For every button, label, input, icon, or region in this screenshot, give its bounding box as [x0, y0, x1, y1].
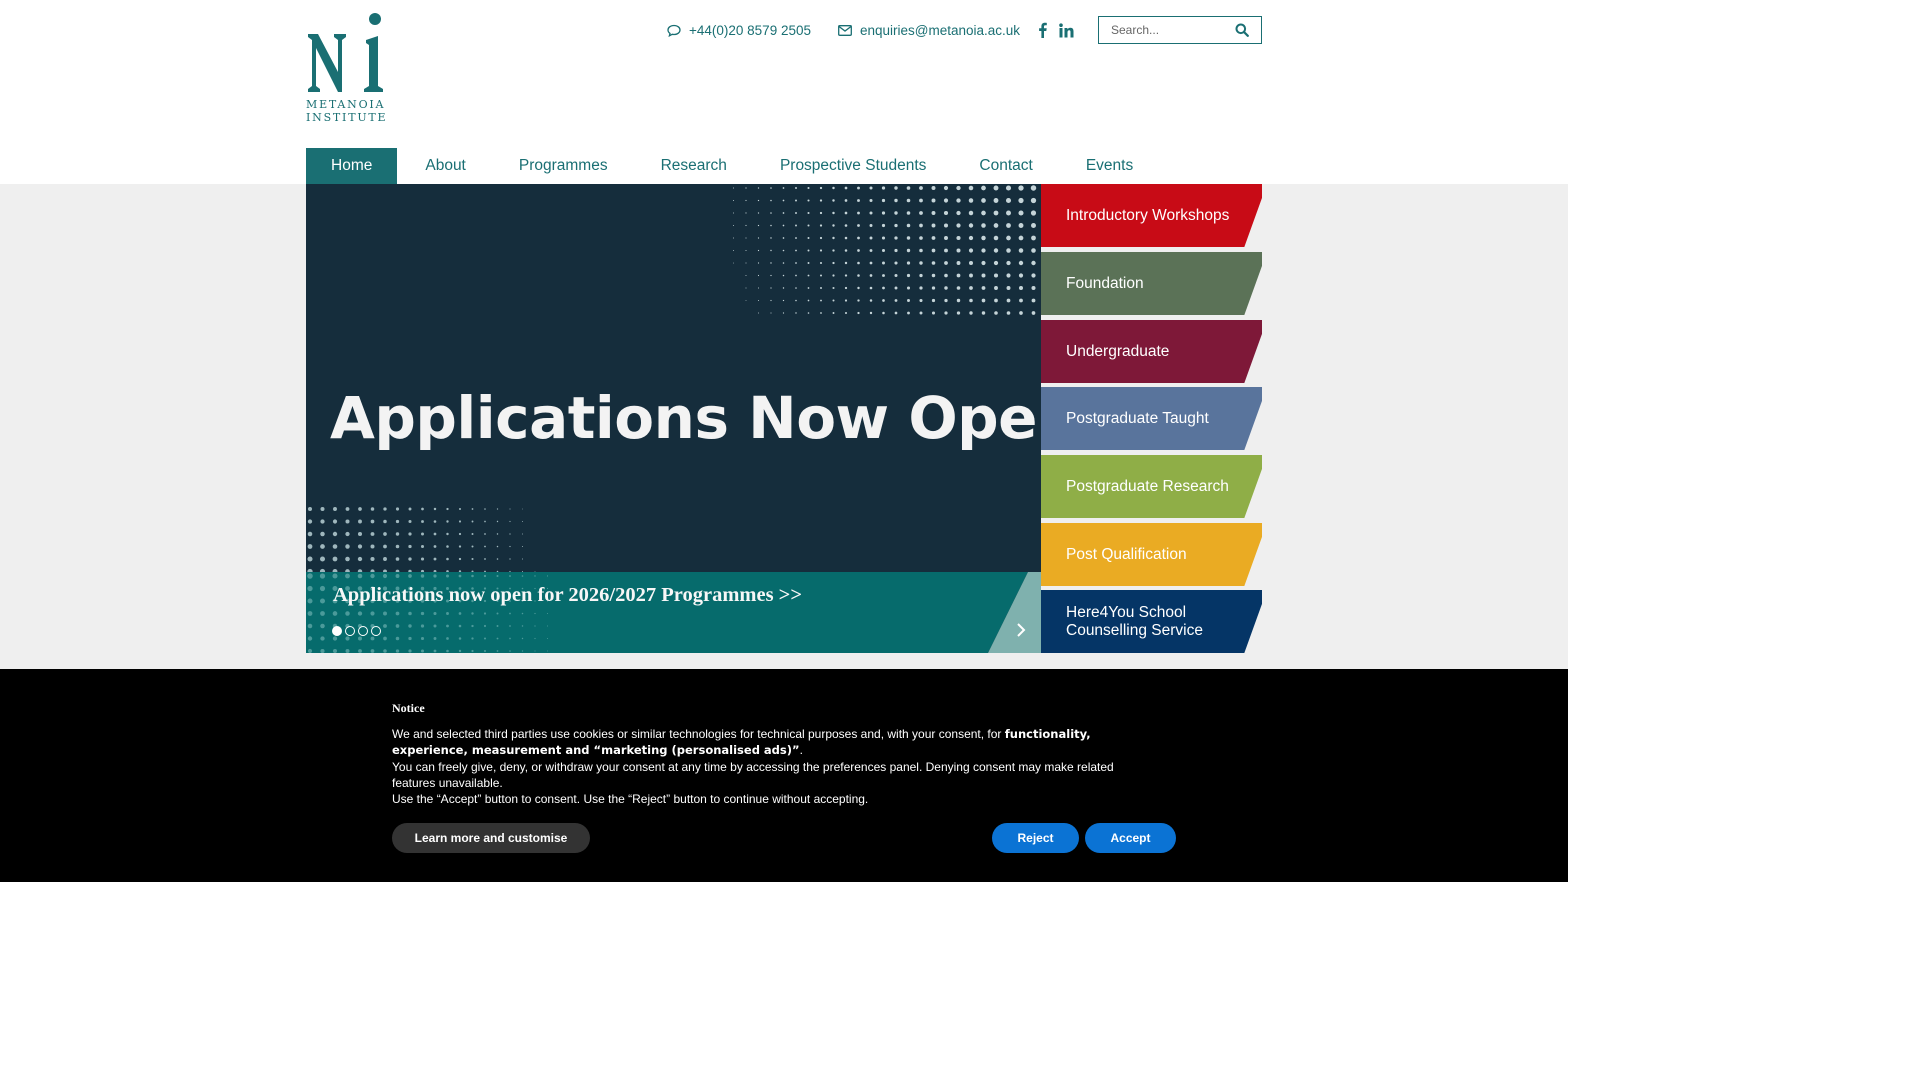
next-slide-arrow-icon[interactable]	[1016, 622, 1026, 638]
logo-wordmark: METANOIA INSTITUTE	[306, 98, 396, 124]
category-postgraduate-research[interactable]: Postgraduate Research	[1041, 455, 1262, 518]
reject-button[interactable]: Reject	[992, 823, 1079, 853]
phone-number: +44(0)20 8579 2505	[689, 22, 811, 38]
logo-mark-icon	[308, 13, 383, 92]
search-icon[interactable]	[1235, 23, 1249, 37]
notice-text: We and selected third parties use cookie…	[392, 726, 1152, 807]
nav-about[interactable]: About	[397, 148, 492, 184]
hero-caption-link[interactable]: Applications now open for 2026/2027 Prog…	[333, 584, 802, 607]
category-introductory-workshops[interactable]: Introductory Workshops	[1041, 184, 1262, 247]
slide-dot-4[interactable]	[371, 626, 381, 636]
main-nav: Home About Programmes Research Prospecti…	[306, 148, 1159, 184]
notice-paragraph-3: Use the “Accept” button to consent. Use …	[392, 792, 869, 807]
notice-p1-prefix: We and selected third parties use cookie…	[392, 727, 1005, 741]
nav-programmes[interactable]: Programmes	[492, 148, 635, 184]
notice-title: Notice	[392, 701, 425, 715]
nav-home[interactable]: Home	[306, 148, 398, 184]
hero-title: Applications Now Open.	[330, 384, 1041, 452]
slide-pager	[332, 626, 381, 636]
search-box	[1098, 16, 1262, 44]
metanoia-logo[interactable]: METANOIA INSTITUTE	[306, 12, 396, 127]
slide-dot-3[interactable]	[358, 626, 368, 636]
category-post-qualification[interactable]: Post Qualification	[1041, 523, 1262, 586]
nav-research[interactable]: Research	[635, 148, 753, 184]
hero-caption-bar: Applications now open for 2026/2027 Prog…	[306, 572, 1041, 653]
category-undergraduate[interactable]: Undergraduate	[1041, 320, 1262, 383]
notice-paragraph-2: You can freely give, deny, or withdraw y…	[392, 759, 1114, 790]
facebook-icon[interactable]	[1038, 20, 1047, 40]
accept-button[interactable]: Accept	[1085, 823, 1176, 853]
slide-dot-1[interactable]	[332, 626, 342, 636]
learn-more-button[interactable]: Learn more and customise	[392, 823, 590, 853]
logo-line-1: METANOIA	[306, 98, 386, 111]
category-here4you[interactable]: Here4You School Counselling Service	[1041, 590, 1262, 653]
email-link[interactable]: enquiries@metanoia.ac.uk	[838, 20, 1020, 40]
nav-prospective-students[interactable]: Prospective Students	[753, 148, 952, 184]
nav-contact[interactable]: Contact	[952, 148, 1058, 184]
notice-p1-suffix: .	[799, 743, 803, 758]
cookie-notice: Notice We and selected third parties use…	[0, 669, 1568, 882]
category-postgraduate-taught[interactable]: Postgraduate Taught	[1041, 387, 1262, 450]
phone-link[interactable]: +44(0)20 8579 2505	[667, 20, 811, 40]
search-input[interactable]	[1099, 18, 1229, 42]
speech-bubble-icon	[667, 24, 681, 37]
hero-slider: Applications Now Open. Applications now …	[306, 184, 1041, 653]
email-address: enquiries@metanoia.ac.uk	[860, 22, 1021, 38]
linkedin-icon[interactable]	[1059, 20, 1074, 40]
nav-events[interactable]: Events	[1059, 148, 1159, 184]
notice-paragraph-1: We and selected third parties use cookie…	[392, 726, 1152, 759]
logo-line-2: INSTITUTE	[306, 111, 388, 124]
slide-dot-2[interactable]	[345, 626, 355, 636]
category-foundation[interactable]: Foundation	[1041, 252, 1262, 315]
envelope-icon	[838, 24, 852, 36]
site-header: METANOIA INSTITUTE +44(0)20 8579 2505 en…	[0, 0, 1568, 184]
